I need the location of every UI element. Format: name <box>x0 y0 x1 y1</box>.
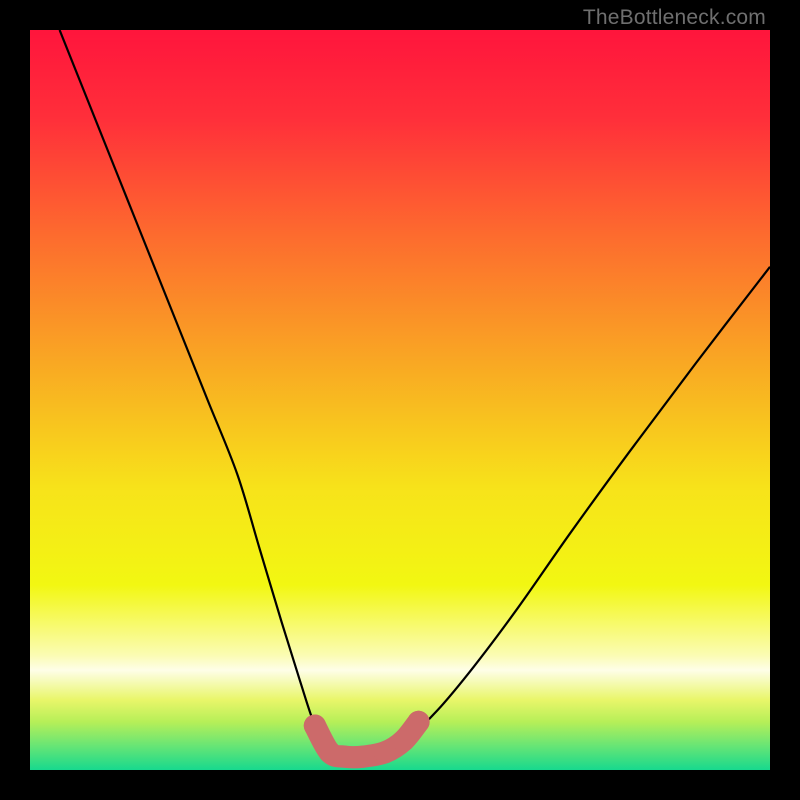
watermark-text: TheBottleneck.com <box>583 6 766 30</box>
chart-frame: TheBottleneck.com <box>0 0 800 800</box>
background-gradient <box>30 30 770 770</box>
plot-area <box>30 30 770 770</box>
